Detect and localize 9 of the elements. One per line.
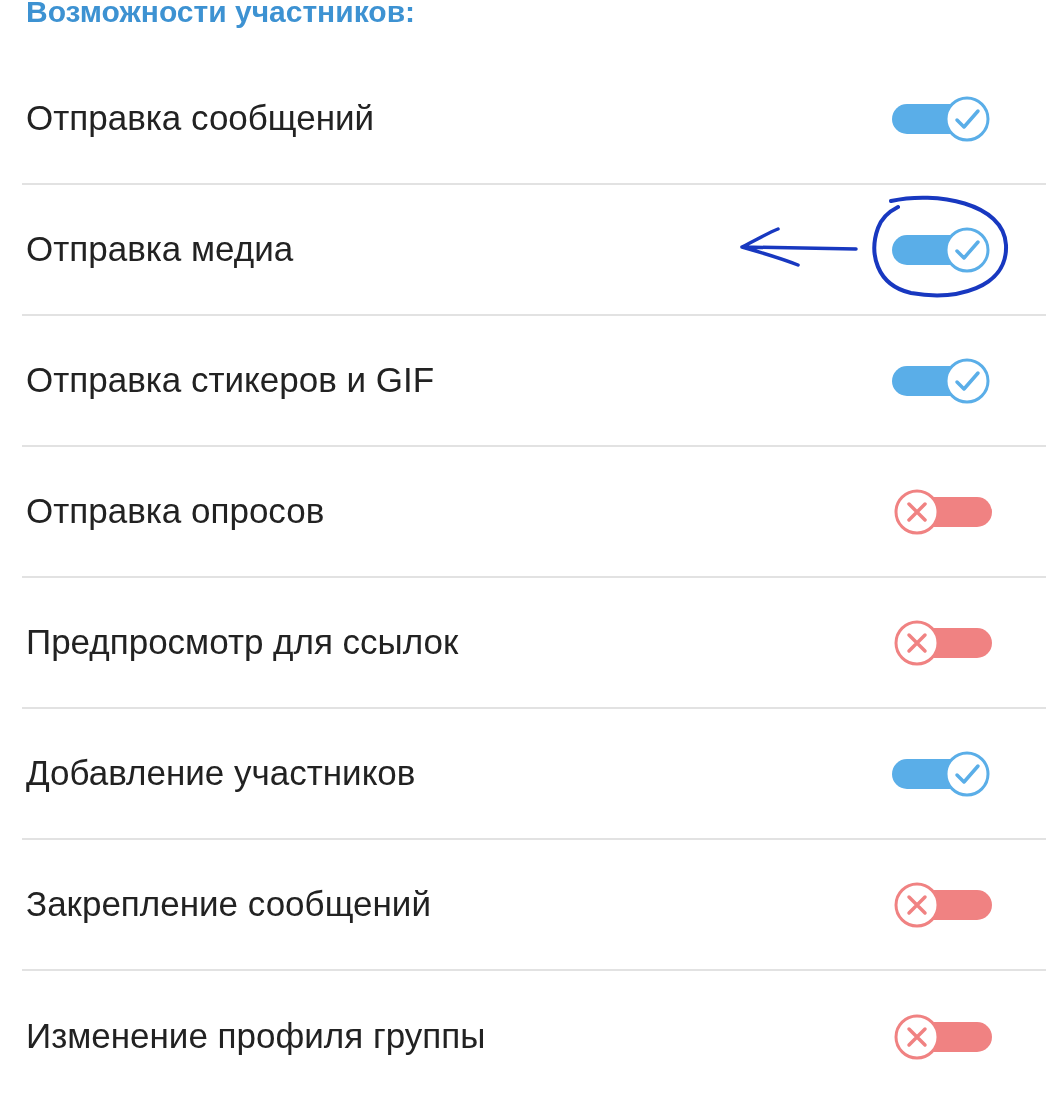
setting-label: Изменение профиля группы [26, 1015, 486, 1058]
setting-label: Отправка стикеров и GIF [26, 359, 435, 402]
setting-label: Закрепление сообщений [26, 883, 431, 926]
setting-label: Отправка опросов [26, 490, 325, 533]
setting-label: Предпросмотр для ссылок [26, 621, 459, 664]
section-title: Возможности участников: [25, 0, 417, 30]
setting-label: Отправка сообщений [26, 97, 375, 140]
setting-label: Добавление участников [26, 752, 416, 795]
setting-label: Отправка медиа [26, 228, 294, 271]
